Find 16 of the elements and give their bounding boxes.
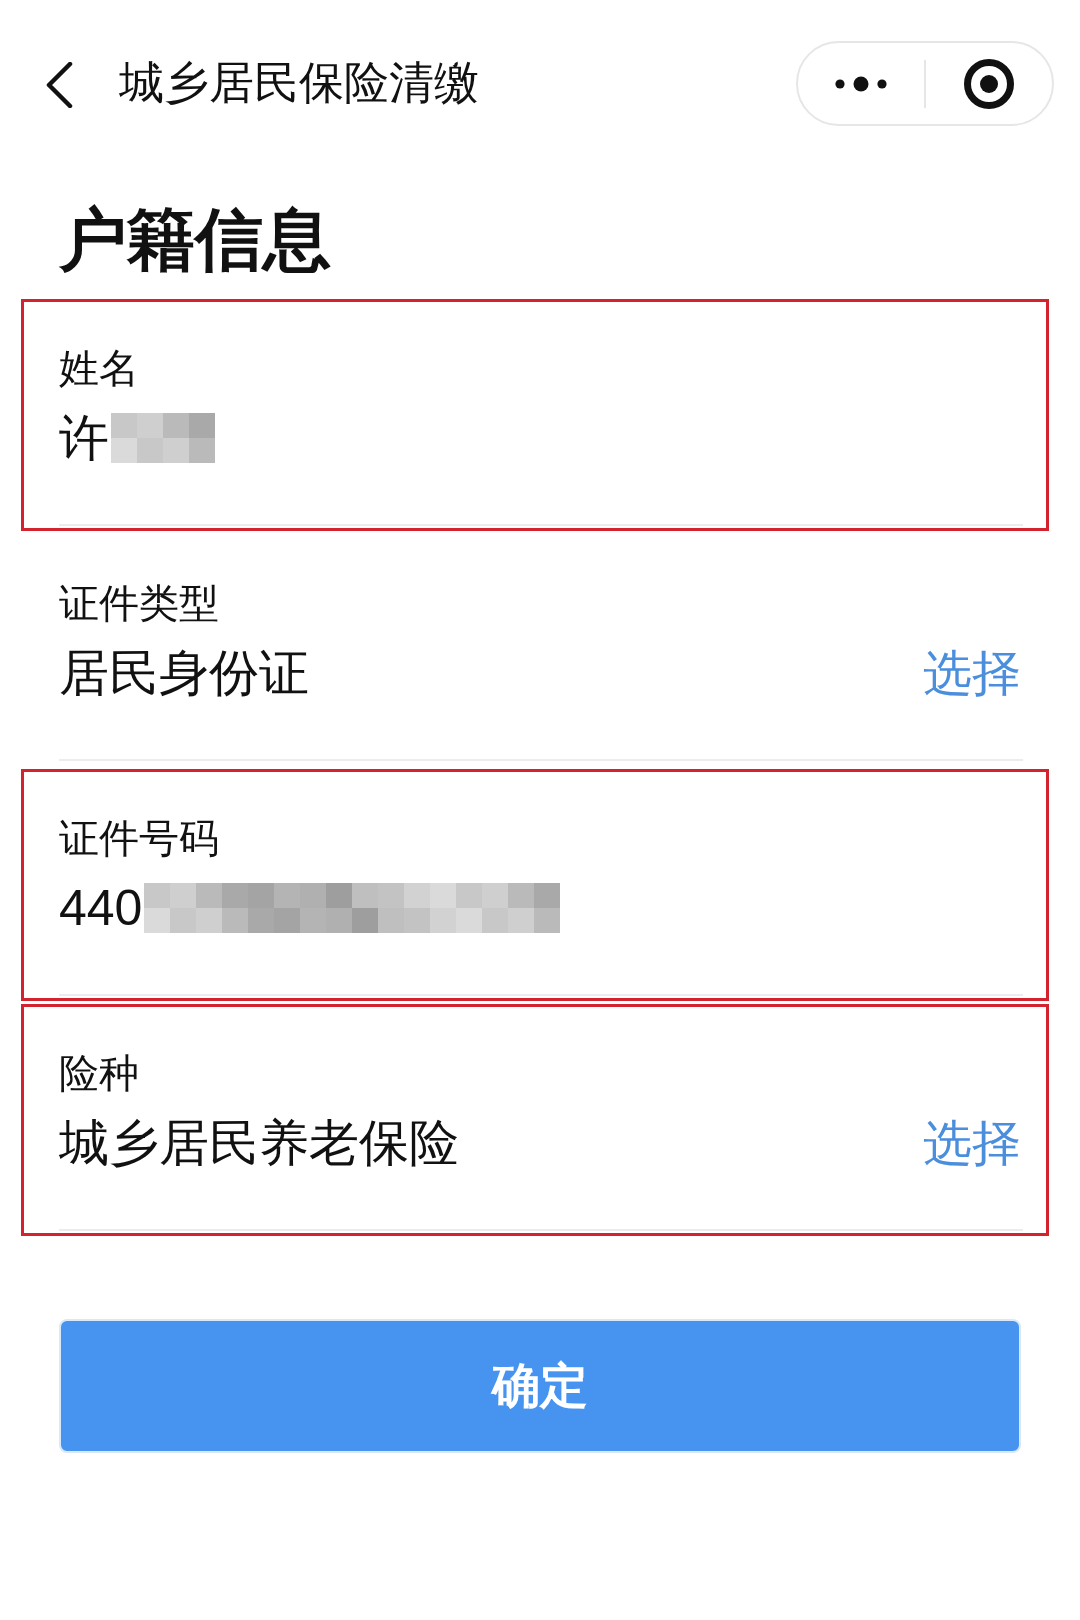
select-link[interactable]: 选择 (923, 1111, 1021, 1175)
field-value: 城乡居民养老保险 (59, 1114, 459, 1173)
page-title: 城乡居民保险清缴 (119, 56, 479, 110)
field-label: 证件类型 (59, 580, 219, 627)
field-value: 许 (59, 409, 109, 468)
field-label: 姓名 (59, 345, 139, 392)
field-label: 证件号码 (59, 815, 219, 862)
field-label: 险种 (59, 1050, 139, 1097)
section-heading: 户籍信息 (59, 200, 331, 279)
field-value: 440 (59, 879, 143, 938)
chevron-left-icon (45, 62, 73, 108)
select-link[interactable]: 选择 (923, 641, 1021, 705)
more-dots-icon (835, 75, 887, 92)
target-circle-icon (964, 58, 1014, 109)
confirm-button[interactable]: 确定 (59, 1319, 1021, 1453)
field-value: 居民身份证 (59, 644, 309, 703)
